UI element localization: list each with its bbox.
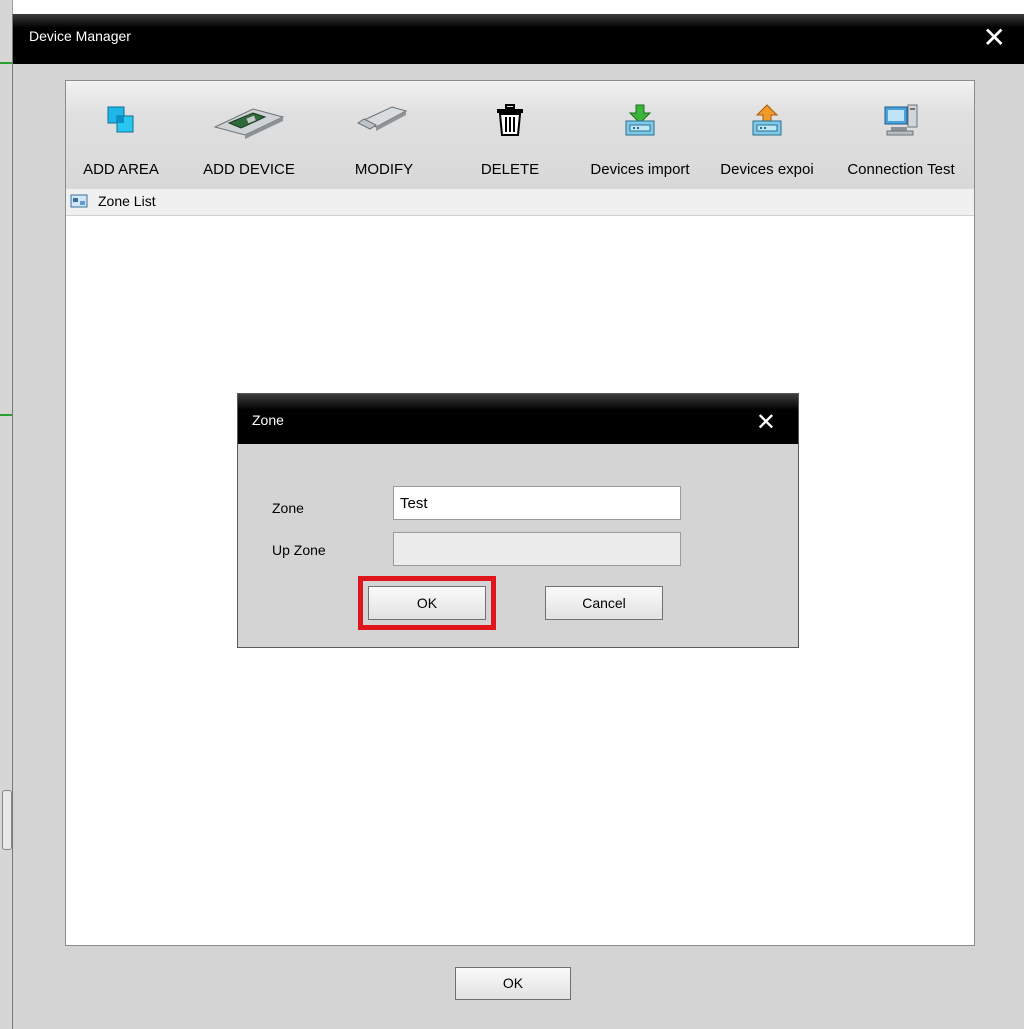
add-device-label: ADD DEVICE — [203, 161, 295, 178]
add-area-icon — [104, 103, 138, 140]
up-zone-field-label: Up Zone — [272, 542, 326, 558]
zone-name-input[interactable] — [393, 486, 681, 520]
background-green-marker — [0, 62, 12, 64]
background-green-marker — [0, 414, 12, 416]
zone-field-label: Zone — [272, 500, 304, 516]
add-device-button[interactable]: ADD DEVICE — [184, 81, 314, 189]
modify-label: MODIFY — [354, 161, 414, 178]
delete-button[interactable]: DELETE — [462, 81, 558, 189]
zone-list-tree-root[interactable]: Zone List — [66, 189, 974, 216]
zone-list-icon — [70, 193, 88, 209]
zone-dialog-title: Zone — [252, 412, 284, 428]
zone-dialog-titlebar: Zone ✕ — [238, 394, 798, 444]
zone-cancel-button[interactable]: Cancel — [545, 586, 663, 620]
connection-test-button[interactable]: Connection Test — [828, 81, 974, 189]
zone-dialog: Zone ✕ Zone Up Zone OK Cancel — [237, 393, 799, 648]
zone-list-label: Zone List — [98, 193, 156, 209]
export-icon — [751, 103, 783, 140]
add-area-button[interactable]: ADD AREA — [72, 81, 170, 189]
zone-ok-button[interactable]: OK — [368, 586, 486, 620]
add-area-label: ADD AREA — [83, 161, 159, 178]
modify-button[interactable]: MODIFY — [336, 81, 432, 189]
import-icon — [624, 103, 656, 140]
devices-import-label: Devices import — [590, 161, 690, 178]
background-scroll-handle — [2, 790, 12, 850]
add-device-icon — [209, 103, 289, 142]
devices-import-button[interactable]: Devices import — [576, 81, 704, 189]
trash-icon — [495, 103, 525, 140]
close-icon[interactable]: ✕ — [983, 24, 1006, 52]
window-title: Device Manager — [29, 28, 131, 44]
device-manager-titlebar: Device Manager ✕ — [13, 14, 1024, 64]
connection-test-icon — [883, 103, 919, 140]
modify-icon — [356, 103, 412, 136]
devices-export-label: Devices expoi — [720, 161, 814, 178]
up-zone-input[interactable] — [393, 532, 681, 566]
device-manager-ok-button[interactable]: OK — [455, 967, 571, 1000]
devices-export-button[interactable]: Devices expoi — [706, 81, 828, 189]
connection-test-label: Connection Test — [847, 161, 955, 178]
toolbar: ADD AREA ADD DEVICE MODIFY DELETE Device… — [66, 81, 974, 190]
delete-label: DELETE — [480, 161, 540, 178]
zone-dialog-close-icon[interactable]: ✕ — [756, 410, 776, 434]
